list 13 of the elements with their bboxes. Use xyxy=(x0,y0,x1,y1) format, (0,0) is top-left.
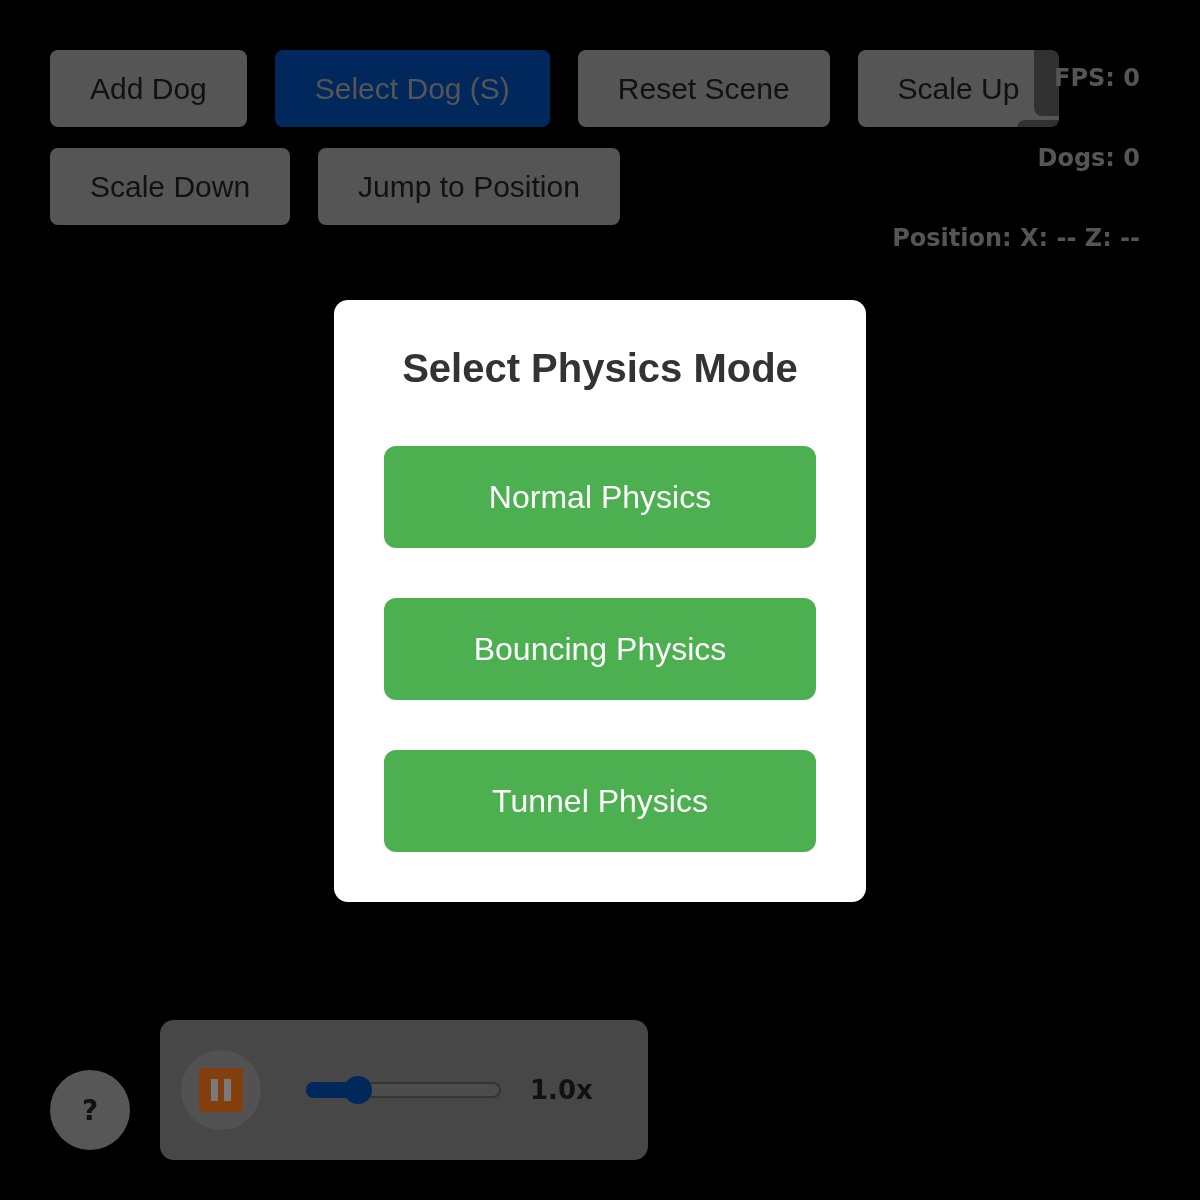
toolbar-button[interactable]: Jump to Position xyxy=(318,148,620,225)
help-button[interactable]: ? xyxy=(50,1070,130,1150)
mode-option-button[interactable]: Bouncing Physics xyxy=(384,598,816,700)
toolbar-button[interactable]: Select Dog (S) xyxy=(274,50,550,127)
mode-option-button[interactable]: Normal Physics xyxy=(384,446,816,548)
toolbar-button[interactable]: Add Dog xyxy=(50,50,247,127)
slider-thumb[interactable] xyxy=(344,1076,373,1104)
speed-slider[interactable] xyxy=(306,1076,501,1104)
toolbar-button[interactable]: Reset Scene xyxy=(577,50,830,127)
toolbar-button[interactable]: Scale Down xyxy=(50,148,291,225)
toolbar-button[interactable]: Scale Up xyxy=(857,50,1060,127)
mode-option-button[interactable]: Tunnel Physics xyxy=(384,750,816,852)
dialog-title: Select Physics Mode xyxy=(402,345,798,392)
